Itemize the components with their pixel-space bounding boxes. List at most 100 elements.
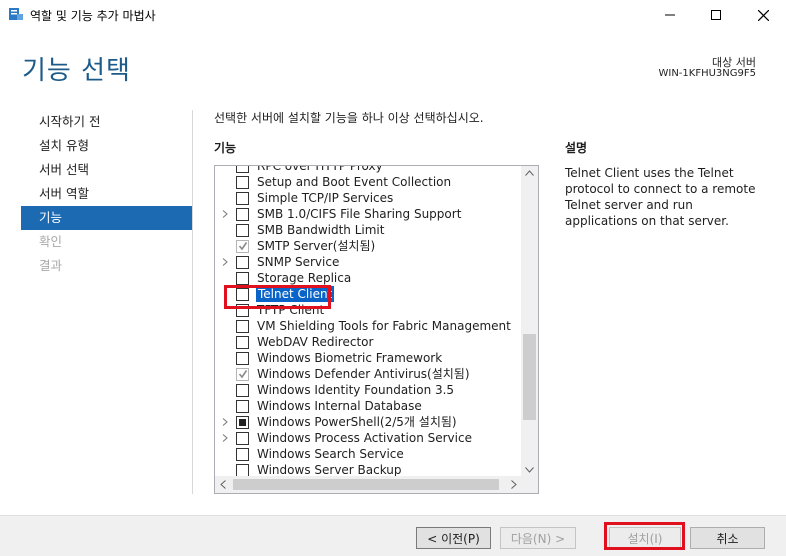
feature-checkbox[interactable] [236,448,249,461]
feature-row[interactable]: Setup and Boot Event Collection [215,174,522,190]
feature-label[interactable]: Telnet Client [256,286,335,302]
feature-label[interactable]: Windows PowerShell(2/5개 설치됨) [257,414,457,430]
target-server-name: WIN-1KFHU3NG9F5 [658,68,756,79]
nav-item-server-roles[interactable]: 서버 역할 [21,182,192,206]
feature-row[interactable]: Telnet Client [215,286,522,302]
maximize-icon [711,10,721,20]
feature-checkbox[interactable] [236,432,249,445]
feature-checkbox[interactable] [236,288,249,301]
feature-row[interactable]: SMTP Server(설치됨) [215,238,522,254]
feature-label[interactable]: Simple TCP/IP Services [257,190,393,206]
feature-row[interactable]: Windows Defender Antivirus(설치됨) [215,366,522,382]
feature-label[interactable]: SMB 1.0/CIFS File Sharing Support [257,206,461,222]
feature-checkbox[interactable] [236,304,249,317]
feature-label[interactable]: SNMP Service [257,254,339,270]
feature-label[interactable]: Windows Biometric Framework [257,350,442,366]
feature-row[interactable]: Windows PowerShell(2/5개 설치됨) [215,414,522,430]
feature-label[interactable]: SMB Bandwidth Limit [257,222,384,238]
feature-row[interactable]: Windows Internal Database [215,398,522,414]
feature-row[interactable]: WebDAV Redirector [215,334,522,350]
feature-row[interactable]: Windows Biometric Framework [215,350,522,366]
feature-label[interactable]: VM Shielding Tools for Fabric Management [257,318,511,334]
nav-item-confirmation: 확인 [39,234,63,249]
feature-label[interactable]: Windows Defender Antivirus(설치됨) [257,366,470,382]
next-button[interactable]: 다음(N) > [500,527,576,549]
feature-checkbox[interactable] [236,416,249,429]
feature-checkbox[interactable] [236,256,249,269]
minimize-icon [665,14,675,16]
feature-label[interactable]: WebDAV Redirector [257,334,373,350]
close-icon [757,9,769,21]
features-tree[interactable]: RPC over HTTP Proxy Setup and Boot Event … [214,165,539,494]
feature-row[interactable]: TFTP Client [215,302,522,318]
cancel-button[interactable]: 취소 [690,527,765,549]
feature-checkbox [236,368,249,381]
expand-arrow-icon[interactable] [221,210,229,218]
nav-item-features[interactable]: 기능 [21,206,192,230]
feature-checkbox[interactable] [236,192,249,205]
feature-checkbox[interactable] [236,336,249,349]
features-heading: 기능 [214,141,237,155]
checkmark-icon [238,370,248,379]
feature-checkbox[interactable] [236,320,249,333]
feature-checkbox[interactable] [236,400,249,413]
expand-arrow-icon[interactable] [221,258,229,266]
feature-row[interactable]: Windows Server Backup [215,462,522,477]
feature-row[interactable]: SMB Bandwidth Limit [215,222,522,238]
feature-checkbox[interactable] [236,224,249,237]
title-bar: 역할 및 기능 추가 마법사 [0,0,786,30]
scroll-up-icon[interactable] [525,170,534,176]
minimize-button[interactable] [647,0,693,30]
feature-checkbox[interactable] [236,166,249,173]
feature-label[interactable]: SMTP Server(설치됨) [257,238,375,254]
scroll-down-icon[interactable] [525,467,534,473]
feature-label[interactable]: Windows Internal Database [257,398,422,414]
feature-label[interactable]: Windows Server Backup [257,462,402,477]
feature-checkbox[interactable] [236,176,249,189]
feature-label[interactable]: Windows Identity Foundation 3.5 [257,382,454,398]
feature-label[interactable]: RPC over HTTP Proxy [257,166,383,174]
nav-item-server-selection[interactable]: 서버 선택 [21,158,192,182]
expand-arrow-icon[interactable] [221,434,229,442]
feature-description: Telnet Client uses the Telnet protocol t… [565,166,756,228]
maximize-button[interactable] [693,0,739,30]
feature-label[interactable]: Setup and Boot Event Collection [257,174,451,190]
partial-check-indicator [239,419,246,426]
vertical-scrollbar[interactable] [521,166,538,477]
window-title: 역할 및 기능 추가 마법사 [30,9,156,23]
page-title: 기능 선택 [22,56,131,86]
feature-label[interactable]: Windows Process Activation Service [257,430,472,446]
feature-row[interactable]: Windows Process Activation Service [215,430,522,446]
feature-label[interactable]: TFTP Client [257,302,324,318]
feature-checkbox[interactable] [236,384,249,397]
feature-row[interactable]: Simple TCP/IP Services [215,190,522,206]
install-button[interactable]: 설치(I) [609,527,681,549]
expand-arrow-icon[interactable] [221,418,229,426]
description-heading: 설명 [565,141,588,155]
feature-row[interactable]: SMB 1.0/CIFS File Sharing Support [215,206,522,222]
feature-row[interactable]: SNMP Service [215,254,522,270]
nav-divider [192,110,193,494]
scrollbar-corner [521,476,538,493]
feature-checkbox[interactable] [236,208,249,221]
feature-label[interactable]: Windows Search Service [257,446,404,462]
horizontal-scroll-thumb[interactable] [233,479,499,490]
feature-checkbox[interactable] [236,352,249,365]
feature-row[interactable]: Windows Identity Foundation 3.5 [215,382,522,398]
close-button[interactable] [740,0,786,30]
horizontal-scrollbar[interactable] [215,476,522,493]
scroll-right-icon[interactable] [511,480,517,489]
scroll-left-icon[interactable] [220,480,226,489]
nav-item-installation-type[interactable]: 설치 유형 [21,134,192,158]
feature-row[interactable]: VM Shielding Tools for Fabric Management [215,318,522,334]
feature-row[interactable]: Storage Replica [215,270,522,286]
vertical-scroll-thumb[interactable] [523,334,536,420]
instruction-text: 선택한 서버에 설치할 기능을 하나 이상 선택하십시오. [214,111,484,125]
nav-item-before-you-begin[interactable]: 시작하기 전 [21,110,192,134]
feature-label[interactable]: Storage Replica [257,270,351,286]
wizard-steps-nav: 시작하기 전 설치 유형 서버 선택 서버 역할 기능 확인 결과 [21,110,192,278]
feature-checkbox[interactable] [236,272,249,285]
feature-row[interactable]: RPC over HTTP Proxy [215,166,522,174]
previous-button[interactable]: < 이전(P) [416,527,491,549]
feature-row[interactable]: Windows Search Service [215,446,522,462]
